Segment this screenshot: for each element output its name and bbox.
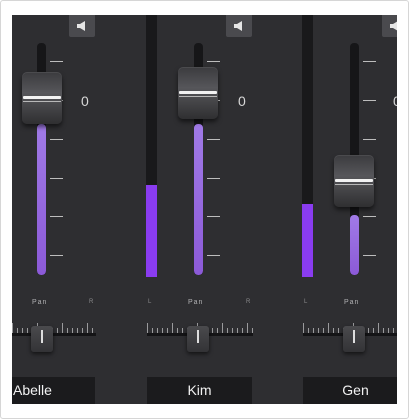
channel-name-label: Kim [187, 382, 212, 398]
pan-scale-tick [328, 323, 329, 333]
pan-left-label: L [304, 299, 309, 305]
fader-tick [50, 216, 63, 217]
fader-level-fill [194, 124, 203, 275]
speaker-icon [77, 21, 85, 31]
fader-tick [207, 178, 220, 179]
channel-strip-gen: 0 L Pan Gen [302, 15, 397, 404]
mute-button[interactable] [69, 15, 95, 37]
fader-knob-line [335, 179, 373, 182]
fader-tick [363, 100, 376, 101]
speaker-icon [390, 21, 397, 31]
fader-tick [363, 216, 376, 217]
pan-knob[interactable] [187, 326, 209, 352]
channel-name-label: Abelle [13, 382, 52, 398]
pan-scale-tick [12, 323, 13, 333]
fader-knob-line [23, 96, 61, 99]
pan-knob[interactable] [31, 326, 53, 352]
fader-zero-label: 0 [238, 93, 246, 109]
mute-button[interactable] [226, 15, 252, 37]
fader-knob[interactable] [334, 155, 374, 207]
pan-scale-tick [147, 323, 148, 333]
pan-right-label: R [246, 299, 252, 305]
pan-scale-tick [172, 323, 173, 333]
fader-tick [207, 61, 220, 62]
channel-strip-kim: 0 L Pan R Kim [146, 15, 282, 404]
pan-knob-line [197, 330, 199, 343]
mixer-panel: 0 Pan R Abelle 0 L Pan R Kim 0 L Pan Gen [12, 15, 397, 404]
fader-tick [50, 139, 63, 140]
fader-knob[interactable] [178, 67, 218, 119]
fader-level-fill [37, 124, 46, 275]
window-frame: 0 Pan R Abelle 0 L Pan R Kim 0 L Pan Gen [0, 0, 409, 419]
pan-knob[interactable] [343, 326, 365, 352]
channel-name-label: Gen [342, 382, 369, 398]
pan-scale-tick [303, 323, 304, 333]
pan-rail[interactable] [12, 333, 96, 336]
pan-label: Pan [188, 299, 204, 306]
pan-scale-tick [378, 323, 379, 333]
level-meter-fill [146, 185, 157, 277]
fader-tick [363, 61, 376, 62]
fader-tick [50, 178, 63, 179]
pan-scale-tick [62, 323, 63, 333]
fader-knob-line [179, 91, 217, 94]
speaker-icon [234, 21, 242, 31]
fader-level-fill [350, 214, 359, 275]
pan-label: Pan [344, 299, 360, 306]
fader-tick [363, 255, 376, 256]
channel-name-kim[interactable]: Kim [147, 377, 252, 404]
channel-strip-abelle: 0 Pan R Abelle [12, 15, 148, 404]
fader-tick [50, 255, 63, 256]
pan-scale-tick [247, 323, 248, 333]
fader-tick [207, 139, 220, 140]
level-meter [146, 15, 157, 277]
pan-knob-line [41, 330, 43, 343]
fader-knob-line [23, 101, 61, 102]
fader-tick [207, 255, 220, 256]
mute-button[interactable] [382, 15, 397, 37]
pan-label: Pan [32, 299, 48, 306]
fader-tick [50, 61, 63, 62]
fader-tick [207, 216, 220, 217]
pan-scale [12, 321, 96, 333]
pan-right-label: R [89, 299, 95, 305]
pan-scale-tick [87, 323, 88, 333]
pan-left-label: L [148, 299, 153, 305]
fader-zero-label: 0 [393, 93, 397, 109]
channel-name-gen[interactable]: Gen [303, 377, 397, 404]
pan-scale-tick [222, 323, 223, 333]
fader-knob-line [179, 96, 217, 97]
channel-name-abelle[interactable]: Abelle [12, 377, 95, 404]
level-meter-fill [302, 203, 313, 277]
fader-knob[interactable] [22, 72, 62, 124]
fader-tick [363, 139, 376, 140]
level-meter [302, 15, 313, 277]
fader-zero-label: 0 [81, 93, 89, 109]
fader-knob-line [335, 184, 373, 185]
pan-knob-line [353, 330, 355, 343]
